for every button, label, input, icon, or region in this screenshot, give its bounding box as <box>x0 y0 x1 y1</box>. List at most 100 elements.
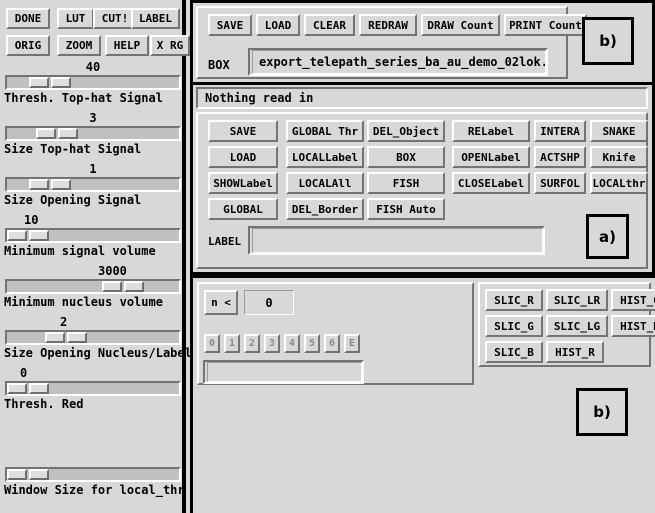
seg-surfol-button[interactable]: SURFOL <box>534 172 586 194</box>
slic-lg-button[interactable]: SLIC_LG <box>546 315 608 337</box>
slider-thumb[interactable] <box>101 281 144 292</box>
slider-size-tophat-signal: 3 Size Top-hat Signal <box>0 111 186 157</box>
label-field-label: LABEL <box>208 235 242 248</box>
help-button[interactable]: HELP <box>105 35 149 56</box>
slider-thumb[interactable] <box>44 332 87 343</box>
slice-num-button-3[interactable]: 3 <box>264 334 280 353</box>
seg-snake-button[interactable]: SNAKE <box>590 120 648 142</box>
slider-thumb[interactable] <box>29 179 72 190</box>
label-input-value[interactable] <box>252 228 543 253</box>
slice-text-value[interactable] <box>207 362 362 382</box>
slider-track[interactable] <box>5 75 181 90</box>
top-load-button[interactable]: LOAD <box>256 14 300 36</box>
slider-value: 3000 <box>98 264 127 278</box>
seg-localthr-button[interactable]: LOCALthr <box>590 172 648 194</box>
seg-fish-button[interactable]: FISH <box>367 172 445 194</box>
panel-marker-a: a) <box>586 214 629 259</box>
slider-track[interactable] <box>5 279 181 294</box>
slice-num-button-4[interactable]: 4 <box>284 334 300 353</box>
top-redraw-button[interactable]: REDRAW <box>359 14 417 36</box>
slider-track[interactable] <box>5 467 181 482</box>
slice-text-input[interactable] <box>203 360 364 384</box>
slider-thumb[interactable] <box>36 128 79 139</box>
slic-r-button[interactable]: SLIC_R <box>485 289 543 311</box>
seg-relabel-button[interactable]: RELabel <box>452 120 530 142</box>
box-field-label: BOX <box>208 58 230 72</box>
panel-marker-b-bottom: b) <box>576 388 628 436</box>
top-clear-button[interactable]: CLEAR <box>304 14 355 36</box>
slider-label: Window Size for local_thr <box>4 483 185 497</box>
seg-load-button[interactable]: LOAD <box>208 146 278 168</box>
hist-b-button[interactable]: HIST_B <box>611 315 655 337</box>
top-save-button[interactable]: SAVE <box>208 14 252 36</box>
slice-histogram-frame: SLIC_R SLIC_LR HIST_G SLIC_G SLIC_LG HIS… <box>478 282 655 367</box>
box-filename-input[interactable]: export_telepath_series_ba_au_demo_02lok. <box>248 48 548 76</box>
slider-value: 10 <box>24 213 39 227</box>
slider-thresh-tophat-signal: 40 Thresh. Top-hat Signal <box>0 60 186 106</box>
seg-save-button[interactable]: SAVE <box>208 120 278 142</box>
slider-label: Minimum nucleus volume <box>4 295 163 309</box>
slice-prev-button[interactable]: n < <box>204 290 238 315</box>
slider-value: 40 <box>85 60 101 74</box>
lut-button[interactable]: LUT <box>57 8 94 29</box>
application-window: DONE LUT CUT! LABEL ORIG ZOOM HELP X RG … <box>0 0 655 513</box>
seg-intera-button[interactable]: INTERA <box>534 120 586 142</box>
slic-g-button[interactable]: SLIC_G <box>485 315 543 337</box>
slice-num-button-2[interactable]: 2 <box>244 334 260 353</box>
box-filename-value[interactable]: export_telepath_series_ba_au_demo_02lok. <box>252 50 546 74</box>
segmentation-panel-frame: SAVE GLOBAL Thr DEL_Object RELabel INTER… <box>196 112 648 269</box>
hist-r-button[interactable]: HIST_R <box>546 341 604 363</box>
left-control-sidebar: DONE LUT CUT! LABEL ORIG ZOOM HELP X RG … <box>0 0 192 513</box>
seg-closelabel-button[interactable]: CLOSELabel <box>452 172 530 194</box>
slice-histogram-panel: n < 0 0 1 2 3 4 5 6 E SLIC_R SLIC_LR HIS… <box>190 275 655 513</box>
seg-showlabel-button[interactable]: SHOWLabel <box>208 172 278 194</box>
top-draw-count-button[interactable]: DRAW Count <box>421 14 500 36</box>
slider-track[interactable] <box>5 228 181 243</box>
slider-track[interactable] <box>5 126 181 141</box>
slider-value: 3 <box>89 111 97 125</box>
slice-num-button-e[interactable]: E <box>344 334 360 353</box>
slider-track[interactable] <box>5 177 181 192</box>
orig-button[interactable]: ORIG <box>6 35 50 56</box>
slider-size-opening-nucleus-label: 2 Size Opening Nucleus/Label <box>0 315 192 361</box>
label-button[interactable]: LABEL <box>131 8 180 29</box>
done-button[interactable]: DONE <box>6 8 50 29</box>
slider-track[interactable] <box>5 330 181 345</box>
hist-g-button[interactable]: HIST_G <box>611 289 655 311</box>
seg-del-border-button[interactable]: DEL_Border <box>286 198 364 220</box>
slic-lr-button[interactable]: SLIC_LR <box>546 289 608 311</box>
seg-del-object-button[interactable]: DEL_Object <box>367 120 445 142</box>
slider-label: Thresh. Red <box>4 397 84 411</box>
slice-num-button-1[interactable]: 1 <box>224 334 240 353</box>
zoom-button[interactable]: ZOOM <box>57 35 101 56</box>
seg-box-button[interactable]: BOX <box>367 146 445 168</box>
seg-knife-button[interactable]: Knife <box>590 146 648 168</box>
slice-num-button-0[interactable]: 0 <box>204 334 220 353</box>
slider-label: Size Top-hat Signal <box>4 142 142 156</box>
seg-openlabel-button[interactable]: OPENLabel <box>452 146 530 168</box>
slider-label: Thresh. Top-hat Signal <box>4 91 163 105</box>
top-print-count-button[interactable]: PRINT Count <box>504 14 587 36</box>
slice-num-button-6[interactable]: 6 <box>324 334 340 353</box>
status-message: Nothing read in <box>196 87 648 109</box>
slice-num-button-5[interactable]: 5 <box>304 334 320 353</box>
seg-fish-auto-button[interactable]: FISH Auto <box>367 198 445 220</box>
seg-locallabel-button[interactable]: LOCALLabel <box>286 146 364 168</box>
slider-thumb[interactable] <box>7 383 49 394</box>
seg-global-button[interactable]: GLOBAL <box>208 198 278 220</box>
slider-value: 1 <box>89 162 97 176</box>
slic-b-button[interactable]: SLIC_B <box>485 341 543 363</box>
seg-global-thr-button[interactable]: GLOBAL Thr <box>286 120 364 142</box>
slider-track[interactable] <box>5 381 181 396</box>
slider-thumb[interactable] <box>29 77 72 88</box>
xrg-button[interactable]: X RG <box>150 35 190 56</box>
slider-label: Size Opening Nucleus/Label <box>4 346 192 360</box>
annotation-panel-top-frame: SAVE LOAD CLEAR REDRAW DRAW Count PRINT … <box>196 6 587 79</box>
slider-thumb[interactable] <box>7 230 49 241</box>
seg-actshp-button[interactable]: ACTSHP <box>534 146 586 168</box>
label-input[interactable] <box>248 226 545 255</box>
seg-localall-button[interactable]: LOCALAll <box>286 172 364 194</box>
slider-thumb[interactable] <box>7 469 49 480</box>
segmentation-panel: Nothing read in SAVE GLOBAL Thr DEL_Obje… <box>190 85 655 275</box>
slider-minimum-signal-volume: 10 Minimum signal volume <box>0 213 186 259</box>
